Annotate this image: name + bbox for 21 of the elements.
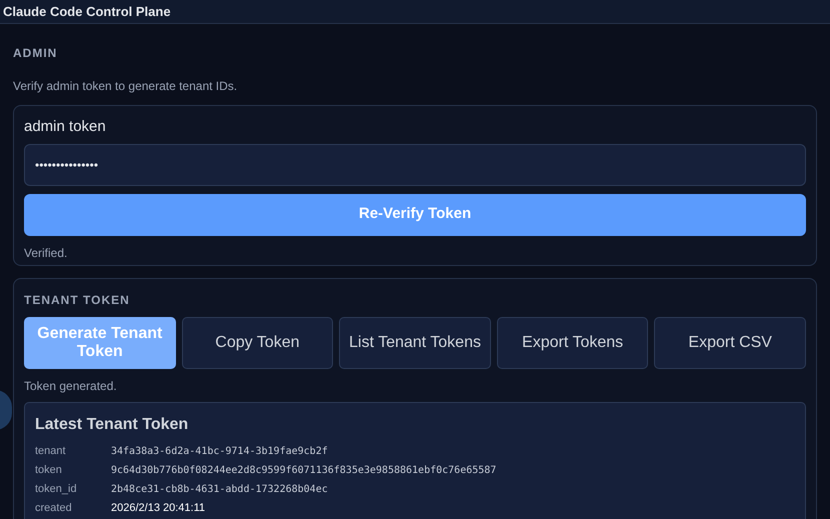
window-title: Claude Code Control Plane — [3, 2, 171, 21]
field-value: 9c64d30b776b0f08244ee2d8c9599f6071136f835e3e9858861ebf0c76e65587 — [111, 464, 496, 478]
section-heading: ADMIN — [13, 45, 58, 62]
description-text: Verify admin token to generate tenant IDs. — [13, 78, 238, 95]
status-text: Token generated. — [24, 378, 118, 395]
status-text: Verified. — [24, 244, 68, 262]
field-value: 2b48ce31-cb8b-4631-abdd-1732268b04ec — [111, 483, 328, 497]
field-key: created — [35, 500, 111, 517]
action-button[interactable]: Copy Token — [182, 317, 334, 369]
field-key: token — [35, 462, 111, 479]
field-label: admin token — [24, 117, 107, 137]
action-button[interactable]: Export Tokens — [496, 317, 648, 369]
action-button[interactable]: List Tenant Tokens — [339, 317, 491, 369]
field-value: 2026/2/13 20:41:11 — [111, 501, 205, 516]
action-button[interactable]: Export CSV — [654, 317, 806, 369]
panel-title: Latest Tenant Token — [35, 415, 190, 435]
field-value: 34fa38a3-6d2a-41bc-9714-3b19fae9cb2f — [111, 445, 328, 459]
admin-token-field[interactable]: ••••••••••••••• — [24, 144, 806, 186]
field-key: tenant — [35, 443, 111, 460]
section-heading: TENANT TOKEN — [24, 292, 131, 309]
field-key: token_id — [35, 481, 111, 498]
